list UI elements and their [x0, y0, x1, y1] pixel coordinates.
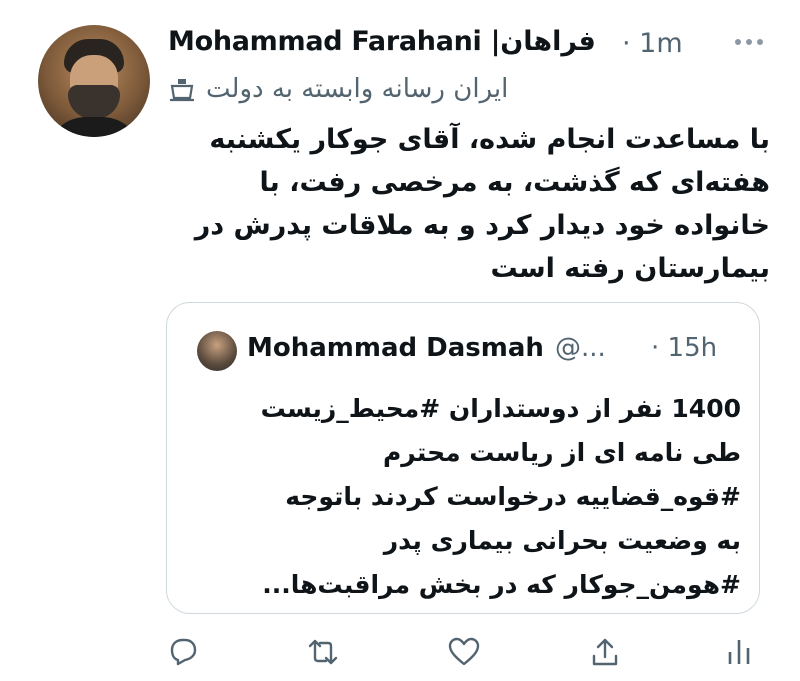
quoted-text-line: طی نامه ای از ریاست محترم: [382, 438, 741, 467]
tweet-text-line: هفته‌ای که گذشت، به مرخصی رفت، با: [259, 167, 770, 198]
tweet-text-line: خانواده خود دیدار کرد و به ملاقات پدرش د…: [194, 210, 770, 241]
share-button[interactable]: [588, 636, 622, 668]
quoted-author-name: Mohammad Dasmah: [247, 333, 544, 363]
avatar-body: [46, 117, 142, 137]
tweet-timestamp[interactable]: · 1m: [622, 28, 683, 59]
quoted-tweet-card[interactable]: Mohammad Dasmah @... · 15h 1400 نفر از د…: [166, 302, 760, 614]
quoted-tweet-text: 1400 نفر از دوستداران #محیط_زیست طی نامه…: [187, 387, 741, 607]
name-separator: |: [490, 26, 501, 57]
share-icon: [592, 638, 618, 666]
author-name-fa: فراهان: [500, 26, 596, 57]
author-name-en: Mohammad Farahani: [168, 26, 482, 57]
quoted-author-handle: @...: [555, 333, 606, 363]
quoted-author-avatar: [197, 331, 237, 371]
tweet-text-line: با مساعدت انجام شده، آقای جوکار یکشنبه: [209, 124, 770, 155]
avatar-beard: [68, 85, 120, 119]
author-avatar[interactable]: [38, 25, 150, 137]
quoted-timestamp: · 15h: [651, 333, 718, 363]
author-name[interactable]: Mohammad Farahani |فراهان: [168, 26, 596, 57]
retweet-icon: [308, 639, 338, 665]
state-affiliation-label[interactable]: ایران رسانه وابسته به دولت: [206, 74, 508, 104]
analytics-icon: [728, 640, 750, 664]
quoted-text-line: #هومن_جوکار که در بخش مراقبت‌ها...: [262, 570, 741, 599]
tweet-text: با مساعدت انجام شده، آقای جوکار یکشنبه ه…: [170, 118, 770, 290]
quoted-text-line: #قوه_قضاییه درخواست کردند باتوجه: [285, 482, 741, 511]
retweet-button[interactable]: [306, 636, 340, 668]
more-options-icon[interactable]: [732, 30, 766, 54]
reply-icon: [170, 638, 197, 666]
quoted-text-line: به وضعیت بحرانی بیماری پدر: [383, 526, 741, 555]
government-label-icon: [170, 79, 194, 102]
reply-button[interactable]: [166, 636, 200, 668]
like-button[interactable]: [447, 636, 481, 668]
tweet-text-line: بیمارستان رفته است: [490, 253, 770, 284]
analytics-button[interactable]: [722, 636, 756, 668]
like-icon: [448, 637, 480, 666]
quoted-text-line: 1400 نفر از دوستداران #محیط_زیست: [260, 394, 741, 423]
